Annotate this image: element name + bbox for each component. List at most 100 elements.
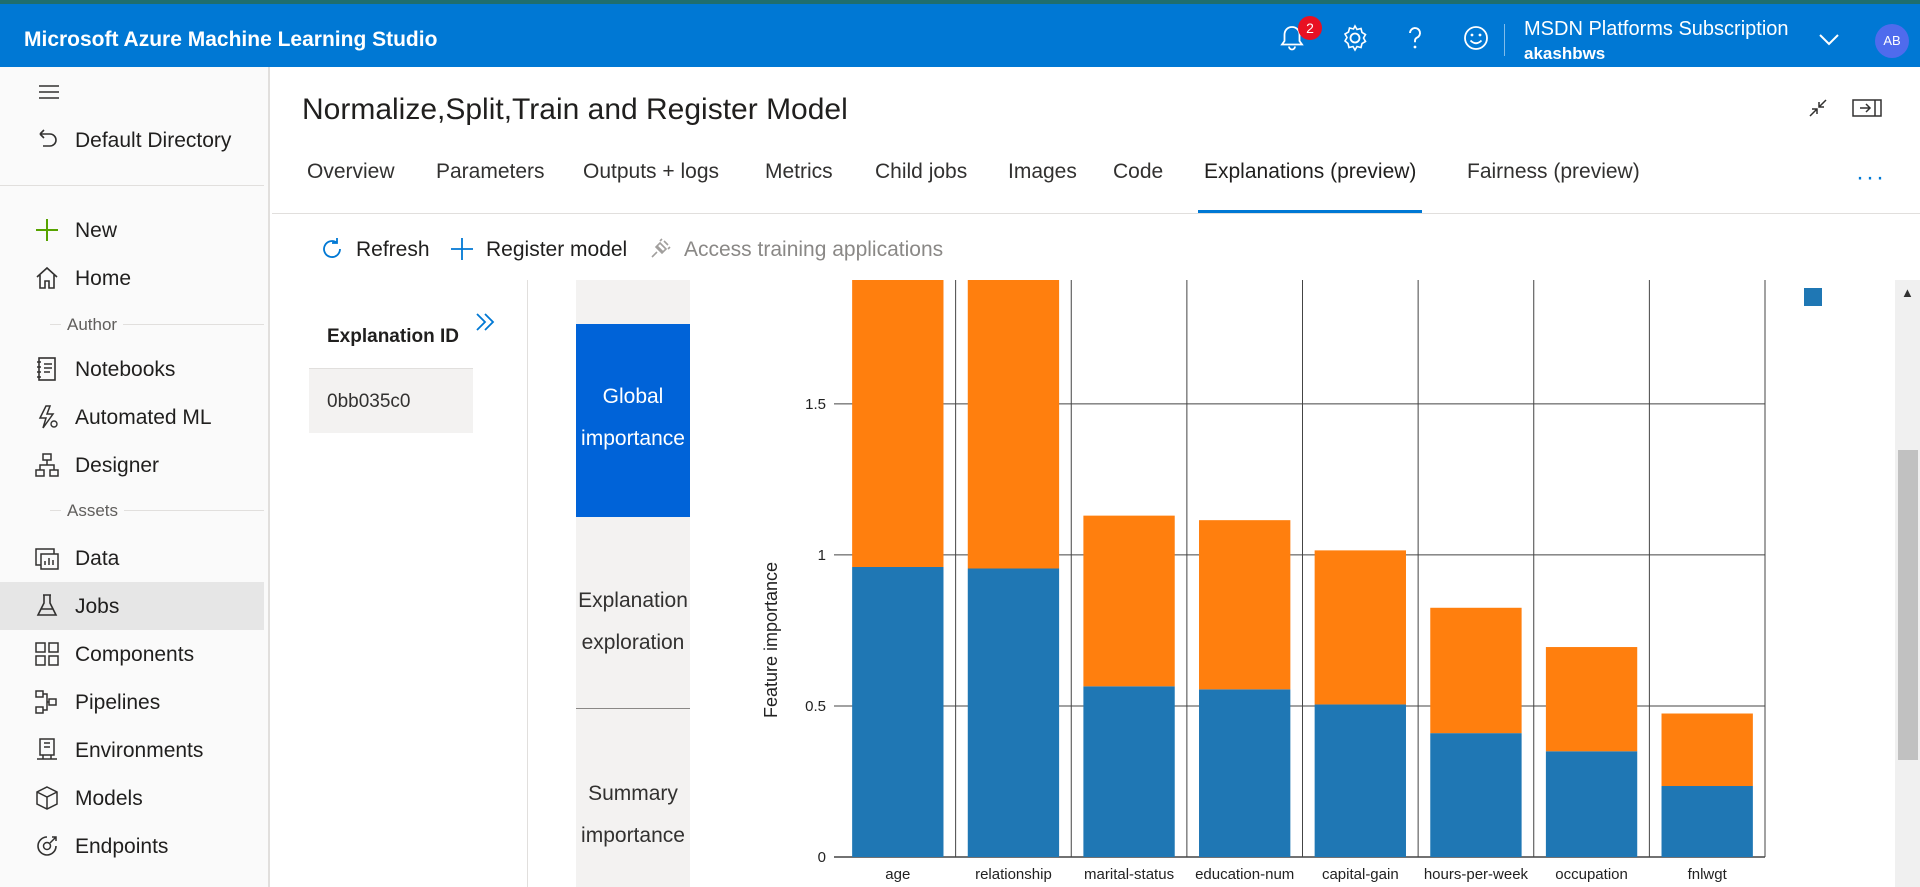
tab-fairness[interactable]: Fairness (preview) xyxy=(1467,160,1640,214)
bar-segment xyxy=(1199,689,1291,857)
nav-notebooks[interactable]: Notebooks xyxy=(0,345,264,393)
nav-label: Data xyxy=(75,547,120,570)
nav-label: Default Directory xyxy=(75,129,232,152)
x-tick-label: fnlwgt xyxy=(1688,866,1728,883)
open-panel-icon[interactable] xyxy=(1850,94,1884,122)
more-tabs-button[interactable]: ··· xyxy=(1856,164,1886,192)
workspace-name[interactable]: akashbws xyxy=(1524,44,1605,64)
tabs-divider xyxy=(272,213,1920,214)
notification-badge: 2 xyxy=(1298,16,1322,40)
pipelines-icon xyxy=(34,689,60,715)
double-chevron-right-icon[interactable] xyxy=(472,308,500,336)
gear-icon[interactable] xyxy=(1339,22,1371,54)
page-title: Normalize,Split,Train and Register Model xyxy=(302,93,848,126)
bar-segment xyxy=(852,280,944,567)
legend-swatch[interactable] xyxy=(1804,288,1822,306)
bar-segment xyxy=(1314,704,1406,857)
nav-group-assets: Assets xyxy=(61,501,125,521)
view-separator xyxy=(576,708,690,709)
feedback-smiley-icon[interactable] xyxy=(1460,22,1492,54)
bar-segment xyxy=(1430,607,1522,734)
explanation-exploration-line2: exploration xyxy=(581,631,685,654)
x-tick-label: capital-gain xyxy=(1322,866,1399,883)
avatar[interactable]: AB xyxy=(1875,24,1909,58)
nav-home[interactable]: Home xyxy=(0,254,264,302)
explanation-id-row[interactable]: 0bb035c0 xyxy=(309,369,473,433)
nav-label: Environments xyxy=(75,739,204,762)
scrollbar-thumb[interactable] xyxy=(1898,450,1918,760)
bar-segment xyxy=(1661,713,1753,787)
summary-importance-button[interactable]: Summary importance xyxy=(576,773,690,857)
plus-icon xyxy=(448,235,476,263)
refresh-icon xyxy=(318,235,346,263)
nav-automated-ml[interactable]: Automated ML xyxy=(0,393,264,441)
tab-overview[interactable]: Overview xyxy=(307,160,395,214)
register-model-label: Register model xyxy=(486,238,628,261)
nav-data[interactable]: Data xyxy=(0,534,264,582)
nav-endpoints[interactable]: Endpoints xyxy=(0,822,264,870)
y-axis-label: Feature importance xyxy=(761,562,781,718)
app-title[interactable]: Microsoft Azure Machine Learning Studio xyxy=(24,28,437,52)
global-importance-line1: Global xyxy=(602,385,664,408)
left-nav: Default Directory New Home Author Notebo… xyxy=(0,67,270,887)
tab-outputs-logs[interactable]: Outputs + logs xyxy=(583,160,719,214)
bar-segment xyxy=(1545,647,1638,752)
top-bar-separator xyxy=(1504,24,1505,56)
hamburger-menu-icon[interactable] xyxy=(38,83,60,101)
global-importance-line2: importance xyxy=(581,427,685,450)
nav-pipelines[interactable]: Pipelines xyxy=(0,678,264,726)
scroll-up-arrow-icon[interactable]: ▲ xyxy=(1901,285,1914,300)
x-tick-label: marital-status xyxy=(1084,866,1174,883)
tab-explanations[interactable]: Explanations (preview) xyxy=(1197,160,1423,214)
collapse-icon[interactable] xyxy=(1804,94,1832,122)
home-icon xyxy=(34,265,60,291)
bar-segment xyxy=(967,280,1060,569)
nav-designer[interactable]: Designer xyxy=(0,441,264,489)
nav-new[interactable]: New xyxy=(0,206,264,254)
data-icon xyxy=(34,545,60,571)
summary-importance-line1: Summary xyxy=(588,782,678,805)
automated-ml-icon xyxy=(34,404,60,430)
nav-label: New xyxy=(75,219,118,242)
tab-child-jobs[interactable]: Child jobs xyxy=(875,160,967,214)
explanation-id-header: Explanation ID xyxy=(327,326,459,347)
nav-environments[interactable]: Environments xyxy=(0,726,264,774)
subscription-name[interactable]: MSDN Platforms Subscription xyxy=(1524,18,1789,41)
chevron-down-icon[interactable] xyxy=(1816,26,1842,52)
designer-icon xyxy=(34,452,60,478)
nav-label: Jobs xyxy=(75,595,120,618)
flask-icon xyxy=(34,593,60,619)
nav-label: Designer xyxy=(75,454,160,477)
nav-default-directory[interactable]: Default Directory xyxy=(0,116,264,164)
y-tick-label: 1 xyxy=(818,547,826,564)
tab-parameters[interactable]: Parameters xyxy=(436,160,545,214)
x-tick-label: hours-per-week xyxy=(1424,866,1529,883)
nav-label: Endpoints xyxy=(75,835,169,858)
nav-jobs[interactable]: Jobs xyxy=(0,582,264,630)
nav-components[interactable]: Components xyxy=(0,630,264,678)
x-tick-label: relationship xyxy=(975,866,1052,883)
help-icon[interactable] xyxy=(1399,22,1431,54)
tab-code[interactable]: Code xyxy=(1113,160,1163,214)
notebook-icon xyxy=(34,356,60,382)
bar-segment xyxy=(1083,686,1175,857)
global-importance-button[interactable]: Global importance xyxy=(576,324,690,517)
bar-segment xyxy=(1083,515,1175,687)
explanation-exploration-button[interactable]: Explanation exploration xyxy=(576,580,690,664)
nav-label: Notebooks xyxy=(75,358,176,381)
nav-label: Pipelines xyxy=(75,691,161,714)
tab-metrics[interactable]: Metrics xyxy=(765,160,833,214)
bar-segment xyxy=(1545,751,1638,857)
explanation-id-value: 0bb035c0 xyxy=(327,391,411,412)
nav-label: Home xyxy=(75,267,132,290)
x-tick-label: occupation xyxy=(1555,866,1628,883)
nav-models[interactable]: Models xyxy=(0,774,264,822)
y-tick-label: 0.5 xyxy=(805,698,826,715)
y-tick-label: 1.5 xyxy=(805,396,826,413)
bar-segment xyxy=(1661,786,1753,857)
y-tick-label: 0 xyxy=(818,849,826,866)
bar-segment xyxy=(1314,550,1406,705)
tab-images[interactable]: Images xyxy=(1008,160,1077,214)
refresh-label: Refresh xyxy=(356,238,430,261)
bar-segment xyxy=(1199,520,1291,690)
